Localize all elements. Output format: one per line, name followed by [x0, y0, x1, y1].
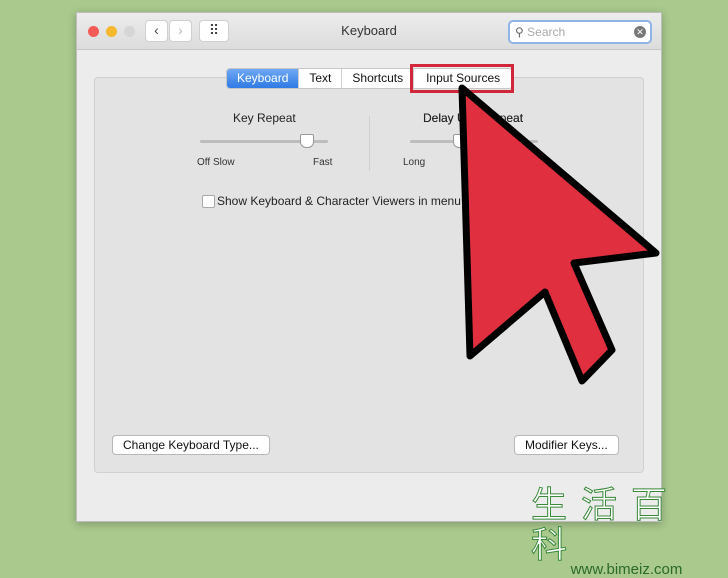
watermark-logo: 生活百科 www.bimeiz.com [525, 484, 728, 578]
watermark-chinese: 生活百科 [531, 484, 682, 565]
pointer-arrow-icon [458, 84, 660, 385]
